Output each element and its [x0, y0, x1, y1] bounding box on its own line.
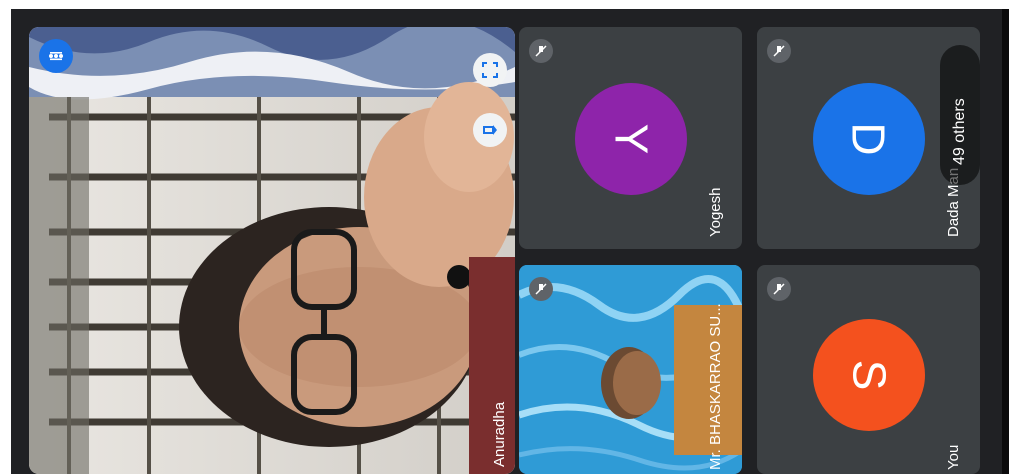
- more-options-button[interactable]: [39, 39, 73, 73]
- meeting-grid: Anuradha Y Yogesh D Dada Man 49 others M…: [11, 9, 1009, 474]
- mic-off-icon: [767, 277, 791, 301]
- participant-tile-bhaskarrao[interactable]: Mr. BHASKARRAO SU...: [519, 265, 742, 474]
- avatar: D: [813, 83, 925, 195]
- avatar: Y: [575, 83, 687, 195]
- main-video-tile[interactable]: Anuradha: [29, 27, 515, 474]
- side-edge: [1002, 9, 1009, 474]
- mic-off-icon: [767, 39, 791, 63]
- participant-tile-yogesh[interactable]: Y Yogesh: [519, 27, 742, 249]
- camera-feed: [29, 27, 515, 474]
- fullscreen-icon: [482, 62, 498, 78]
- avatar: S: [813, 319, 925, 431]
- pin-button[interactable]: [473, 113, 507, 147]
- more-options-icon: [49, 52, 63, 61]
- participant-name: Yogesh: [707, 187, 724, 238]
- others-count-label: 49 others: [951, 98, 968, 165]
- others-count-chip[interactable]: 49 others: [940, 45, 980, 185]
- participant-name: Anuradha: [491, 401, 508, 467]
- mic-off-icon: [529, 277, 553, 301]
- participant-tile-you[interactable]: S You: [757, 265, 980, 474]
- participant-name: You: [945, 444, 962, 470]
- mic-off-icon: [529, 39, 553, 63]
- participant-name: Mr. BHASKARRAO SU...: [707, 303, 724, 470]
- fullscreen-button[interactable]: [473, 53, 507, 87]
- pin-icon: [483, 125, 497, 135]
